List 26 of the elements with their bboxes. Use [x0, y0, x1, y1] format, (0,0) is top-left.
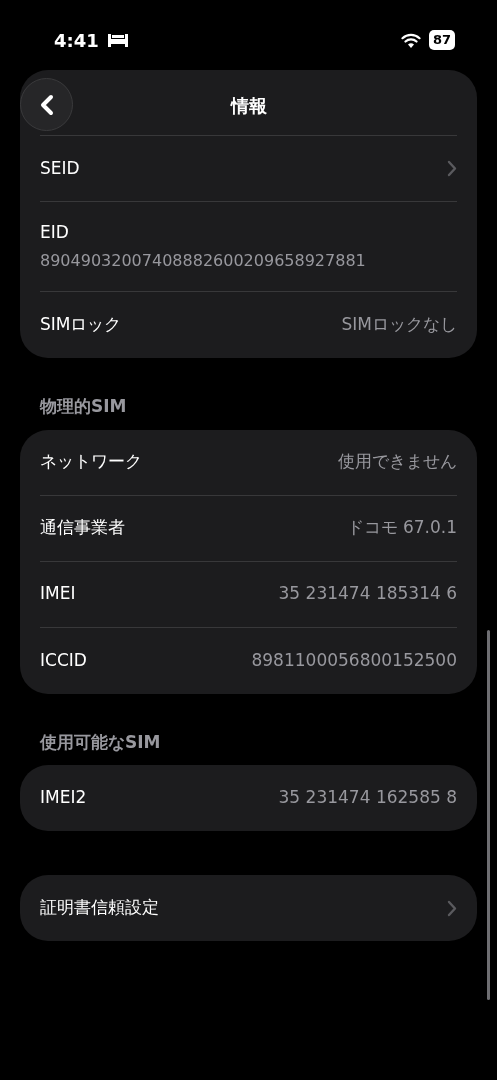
page-title: 情報 [229, 94, 268, 118]
row-value: 8981100056800152500 [251, 648, 457, 672]
row-label: 通信事業者 [40, 516, 125, 540]
bed-icon [106, 33, 129, 47]
row-label: IMEI [40, 582, 76, 606]
settings-row[interactable]: 証明書信頼設定 [40, 875, 457, 941]
row-value: 89049032007408882600209658927881 [40, 250, 366, 273]
status-time: 4:41 [54, 28, 99, 53]
chevron-icon [447, 160, 457, 177]
row-label: ネットワーク [40, 450, 142, 474]
row-label: SIMロック [40, 313, 122, 337]
row-value: ドコモ 67.0.1 [346, 516, 457, 540]
row-value: SIMロックなし [341, 313, 457, 337]
row-label: ICCID [40, 648, 87, 672]
back-icon [38, 93, 55, 116]
row-label: IMEI2 [40, 786, 87, 810]
battery-level: 87 [428, 30, 455, 50]
row-label: EID [40, 220, 69, 244]
settings-row[interactable]: SEID [40, 136, 457, 202]
row-value: 35 231474 185314 6 [278, 582, 457, 606]
section-header: 使用可能なSIM [39, 730, 162, 754]
wifi-icon [400, 32, 421, 48]
chevron-icon [447, 899, 457, 917]
section-header: 物理的SIM [38, 395, 128, 418]
row-value: 使用できません [338, 450, 457, 474]
row-value: 35 231474 162585 8 [278, 786, 457, 810]
